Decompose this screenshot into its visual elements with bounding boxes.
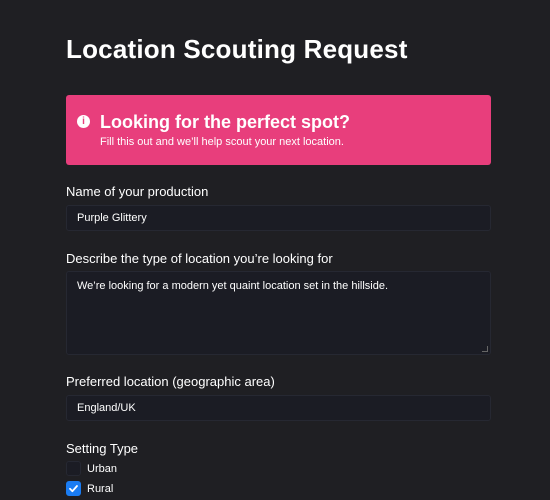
- setting-type-option-rural[interactable]: Rural: [66, 481, 113, 496]
- preferred-location-input[interactable]: [66, 395, 491, 421]
- rural-label: Rural: [87, 482, 114, 495]
- setting-type-label: Setting Type: [66, 441, 139, 456]
- checkmark-icon: [69, 485, 78, 493]
- location-description-textarea[interactable]: We’re looking for a modern yet quaint lo…: [66, 271, 491, 355]
- setting-type-option-urban[interactable]: Urban: [66, 461, 117, 476]
- location-description-wrapper: We’re looking for a modern yet quaint lo…: [66, 271, 491, 355]
- production-name-label: Name of your production: [66, 184, 209, 199]
- rural-checkbox[interactable]: [66, 481, 81, 496]
- preferred-location-label: Preferred location (geographic area): [66, 374, 275, 389]
- urban-label: Urban: [87, 462, 117, 475]
- location-description-label: Describe the type of location you’re loo…: [66, 251, 333, 266]
- urban-checkbox[interactable]: [66, 461, 81, 476]
- info-alert: i Looking for the perfect spot? Fill thi…: [66, 95, 491, 165]
- production-name-input[interactable]: [66, 205, 491, 231]
- resize-handle-icon[interactable]: [482, 346, 488, 352]
- alert-content: Looking for the perfect spot? Fill this …: [100, 111, 350, 165]
- info-icon: i: [77, 115, 90, 128]
- form-page: Location Scouting Request i Looking for …: [0, 0, 550, 500]
- alert-text: Fill this out and we’ll help scout your …: [100, 136, 344, 148]
- page-title: Location Scouting Request: [66, 34, 408, 64]
- alert-title: Looking for the perfect spot?: [100, 112, 350, 132]
